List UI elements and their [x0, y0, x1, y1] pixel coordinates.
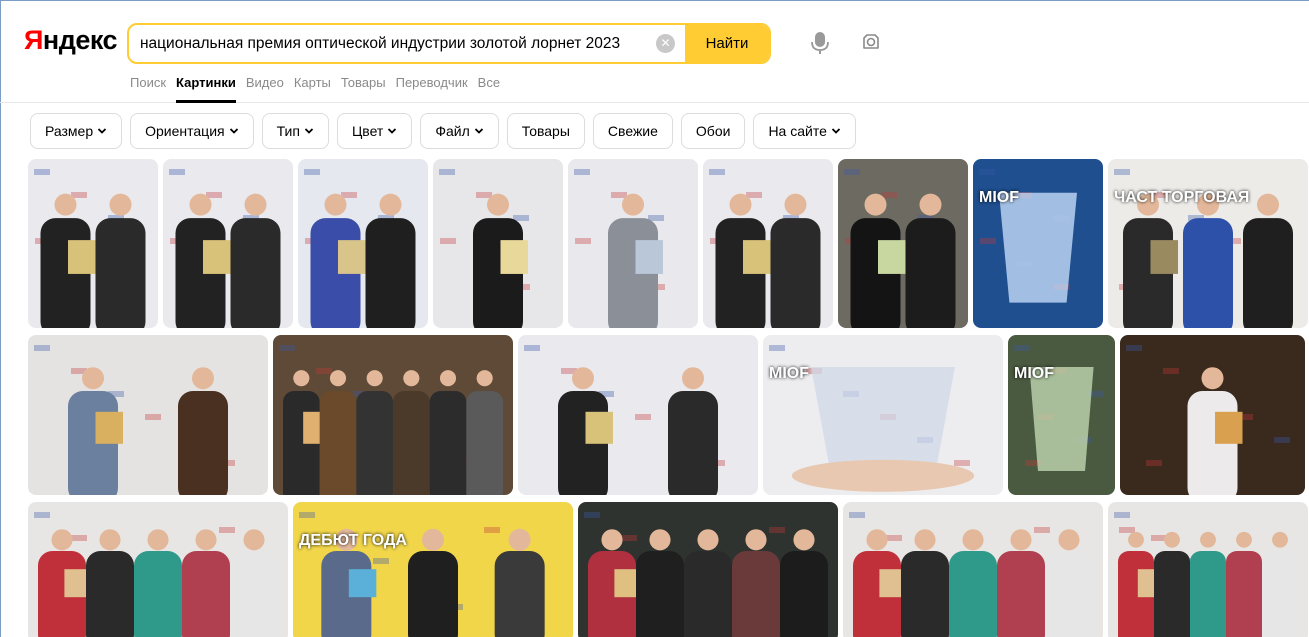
search-button[interactable]: Найти	[685, 25, 769, 62]
thumbnail-image	[28, 159, 158, 328]
filter-label: Товары	[521, 123, 570, 139]
filter-chip[interactable]: Товары	[506, 113, 585, 149]
image-thumbnail[interactable]	[518, 335, 758, 495]
filters-bar: Размер Ориентация Тип Цвет Файл Товары Свежие О…	[30, 113, 856, 149]
filter-chip[interactable]: Размер	[30, 113, 123, 149]
service-tab[interactable]: Переводчик	[396, 75, 468, 103]
filter-label: Файл	[435, 123, 470, 139]
thumbnail-image	[433, 159, 563, 328]
image-thumbnail[interactable]	[28, 159, 158, 328]
image-thumbnail[interactable]	[843, 502, 1103, 637]
image-thumbnail[interactable]	[1120, 335, 1305, 495]
service-tab[interactable]: Поиск	[130, 75, 166, 103]
thumbnail-caption: MIOF	[769, 365, 809, 382]
image-thumbnail[interactable]	[433, 159, 563, 328]
image-thumbnail[interactable]	[568, 159, 698, 328]
thumbnail-caption: MIOF	[979, 189, 1019, 206]
services-nav: Поиск Картинки Видео Карты Товары Переводчик В…	[130, 75, 510, 103]
image-thumbnail[interactable]	[838, 159, 968, 328]
filter-label: На сайте	[768, 123, 827, 139]
chevron-down-icon	[229, 128, 238, 134]
filter-label: Обои	[695, 123, 731, 139]
clear-icon[interactable]: ✕	[656, 34, 675, 53]
thumbnail-image	[28, 335, 268, 495]
microphone-icon[interactable]	[810, 31, 830, 55]
thumbnail-image	[518, 335, 758, 495]
thumbnail-image	[293, 502, 573, 637]
image-thumbnail[interactable]	[163, 159, 293, 328]
filter-chip[interactable]: Тип	[261, 113, 329, 149]
image-thumbnail[interactable]	[298, 159, 428, 328]
thumbnail-image	[298, 159, 428, 328]
thumbnail-image	[763, 335, 1003, 495]
service-tab[interactable]: Карты	[294, 75, 331, 103]
thumbnail-caption: MIOF	[1014, 365, 1054, 382]
chevron-down-icon	[388, 128, 397, 134]
image-thumbnail[interactable]	[578, 502, 838, 637]
filter-chip[interactable]: Обои	[680, 113, 746, 149]
service-tab[interactable]: Картинки	[176, 75, 236, 103]
thumbnail-image	[838, 159, 968, 328]
image-thumbnail[interactable]	[703, 159, 833, 328]
image-row: MIOF ЧАСТ ТОРГОВАЯ	[28, 159, 1308, 328]
filter-label: Цвет	[351, 123, 384, 139]
chevron-down-icon	[831, 128, 841, 134]
service-tab[interactable]: Видео	[246, 75, 284, 103]
thumbnail-image	[1120, 335, 1305, 495]
chevron-down-icon	[304, 128, 314, 134]
thumbnail-image	[1108, 502, 1308, 637]
thumbnail-image	[568, 159, 698, 328]
image-row: ДЕБЮТ ГОДА	[28, 502, 1308, 637]
image-thumbnail[interactable]: MIOF	[763, 335, 1003, 495]
thumbnail-caption: ЧАСТ ТОРГОВАЯ	[1114, 189, 1250, 206]
thumbnail-image	[703, 159, 833, 328]
filter-chip[interactable]: Свежие	[592, 113, 673, 149]
yandex-logo[interactable]: Яндекс	[24, 25, 118, 56]
thumbnail-image	[843, 502, 1103, 637]
image-thumbnail[interactable]: MIOF	[1008, 335, 1115, 495]
filter-label: Тип	[276, 123, 300, 139]
filter-label: Ориентация	[145, 123, 225, 139]
chevron-down-icon	[474, 128, 483, 134]
image-row: MIOF MIOF	[28, 335, 1305, 495]
header: Яндекс ✕ Найти Поиск Картинки Видео Карты То…	[0, 0, 1309, 103]
thumbnail-image	[578, 502, 838, 637]
filter-chip[interactable]: Ориентация	[130, 113, 254, 149]
service-tab[interactable]: Все	[478, 75, 500, 103]
thumbnail-image	[1008, 335, 1115, 495]
filter-label: Свежие	[607, 123, 658, 139]
thumbnail-image	[973, 159, 1103, 328]
image-thumbnail[interactable]: ДЕБЮТ ГОДА	[293, 502, 573, 637]
image-thumbnail[interactable]	[28, 335, 268, 495]
thumbnail-image	[1108, 159, 1308, 328]
image-thumbnail[interactable]: MIOF	[973, 159, 1103, 328]
thumbnail-caption: ДЕБЮТ ГОДА	[299, 532, 407, 549]
image-thumbnail[interactable]	[28, 502, 288, 637]
service-tab[interactable]: Товары	[341, 75, 386, 103]
camera-search-icon[interactable]	[860, 31, 882, 53]
thumbnail-image	[273, 335, 513, 495]
image-thumbnail[interactable]	[273, 335, 513, 495]
image-thumbnail[interactable]	[1108, 502, 1308, 637]
thumbnail-image	[163, 159, 293, 328]
filter-chip[interactable]: Цвет	[336, 113, 413, 149]
search-box: ✕ Найти	[127, 23, 771, 64]
thumbnail-image	[28, 502, 288, 637]
filter-chip[interactable]: Файл	[420, 113, 499, 149]
filter-chip[interactable]: На сайте	[753, 113, 856, 149]
chevron-down-icon	[97, 128, 107, 134]
filter-label: Размер	[45, 123, 94, 139]
image-thumbnail[interactable]: ЧАСТ ТОРГОВАЯ	[1108, 159, 1308, 328]
search-input[interactable]	[129, 25, 652, 62]
